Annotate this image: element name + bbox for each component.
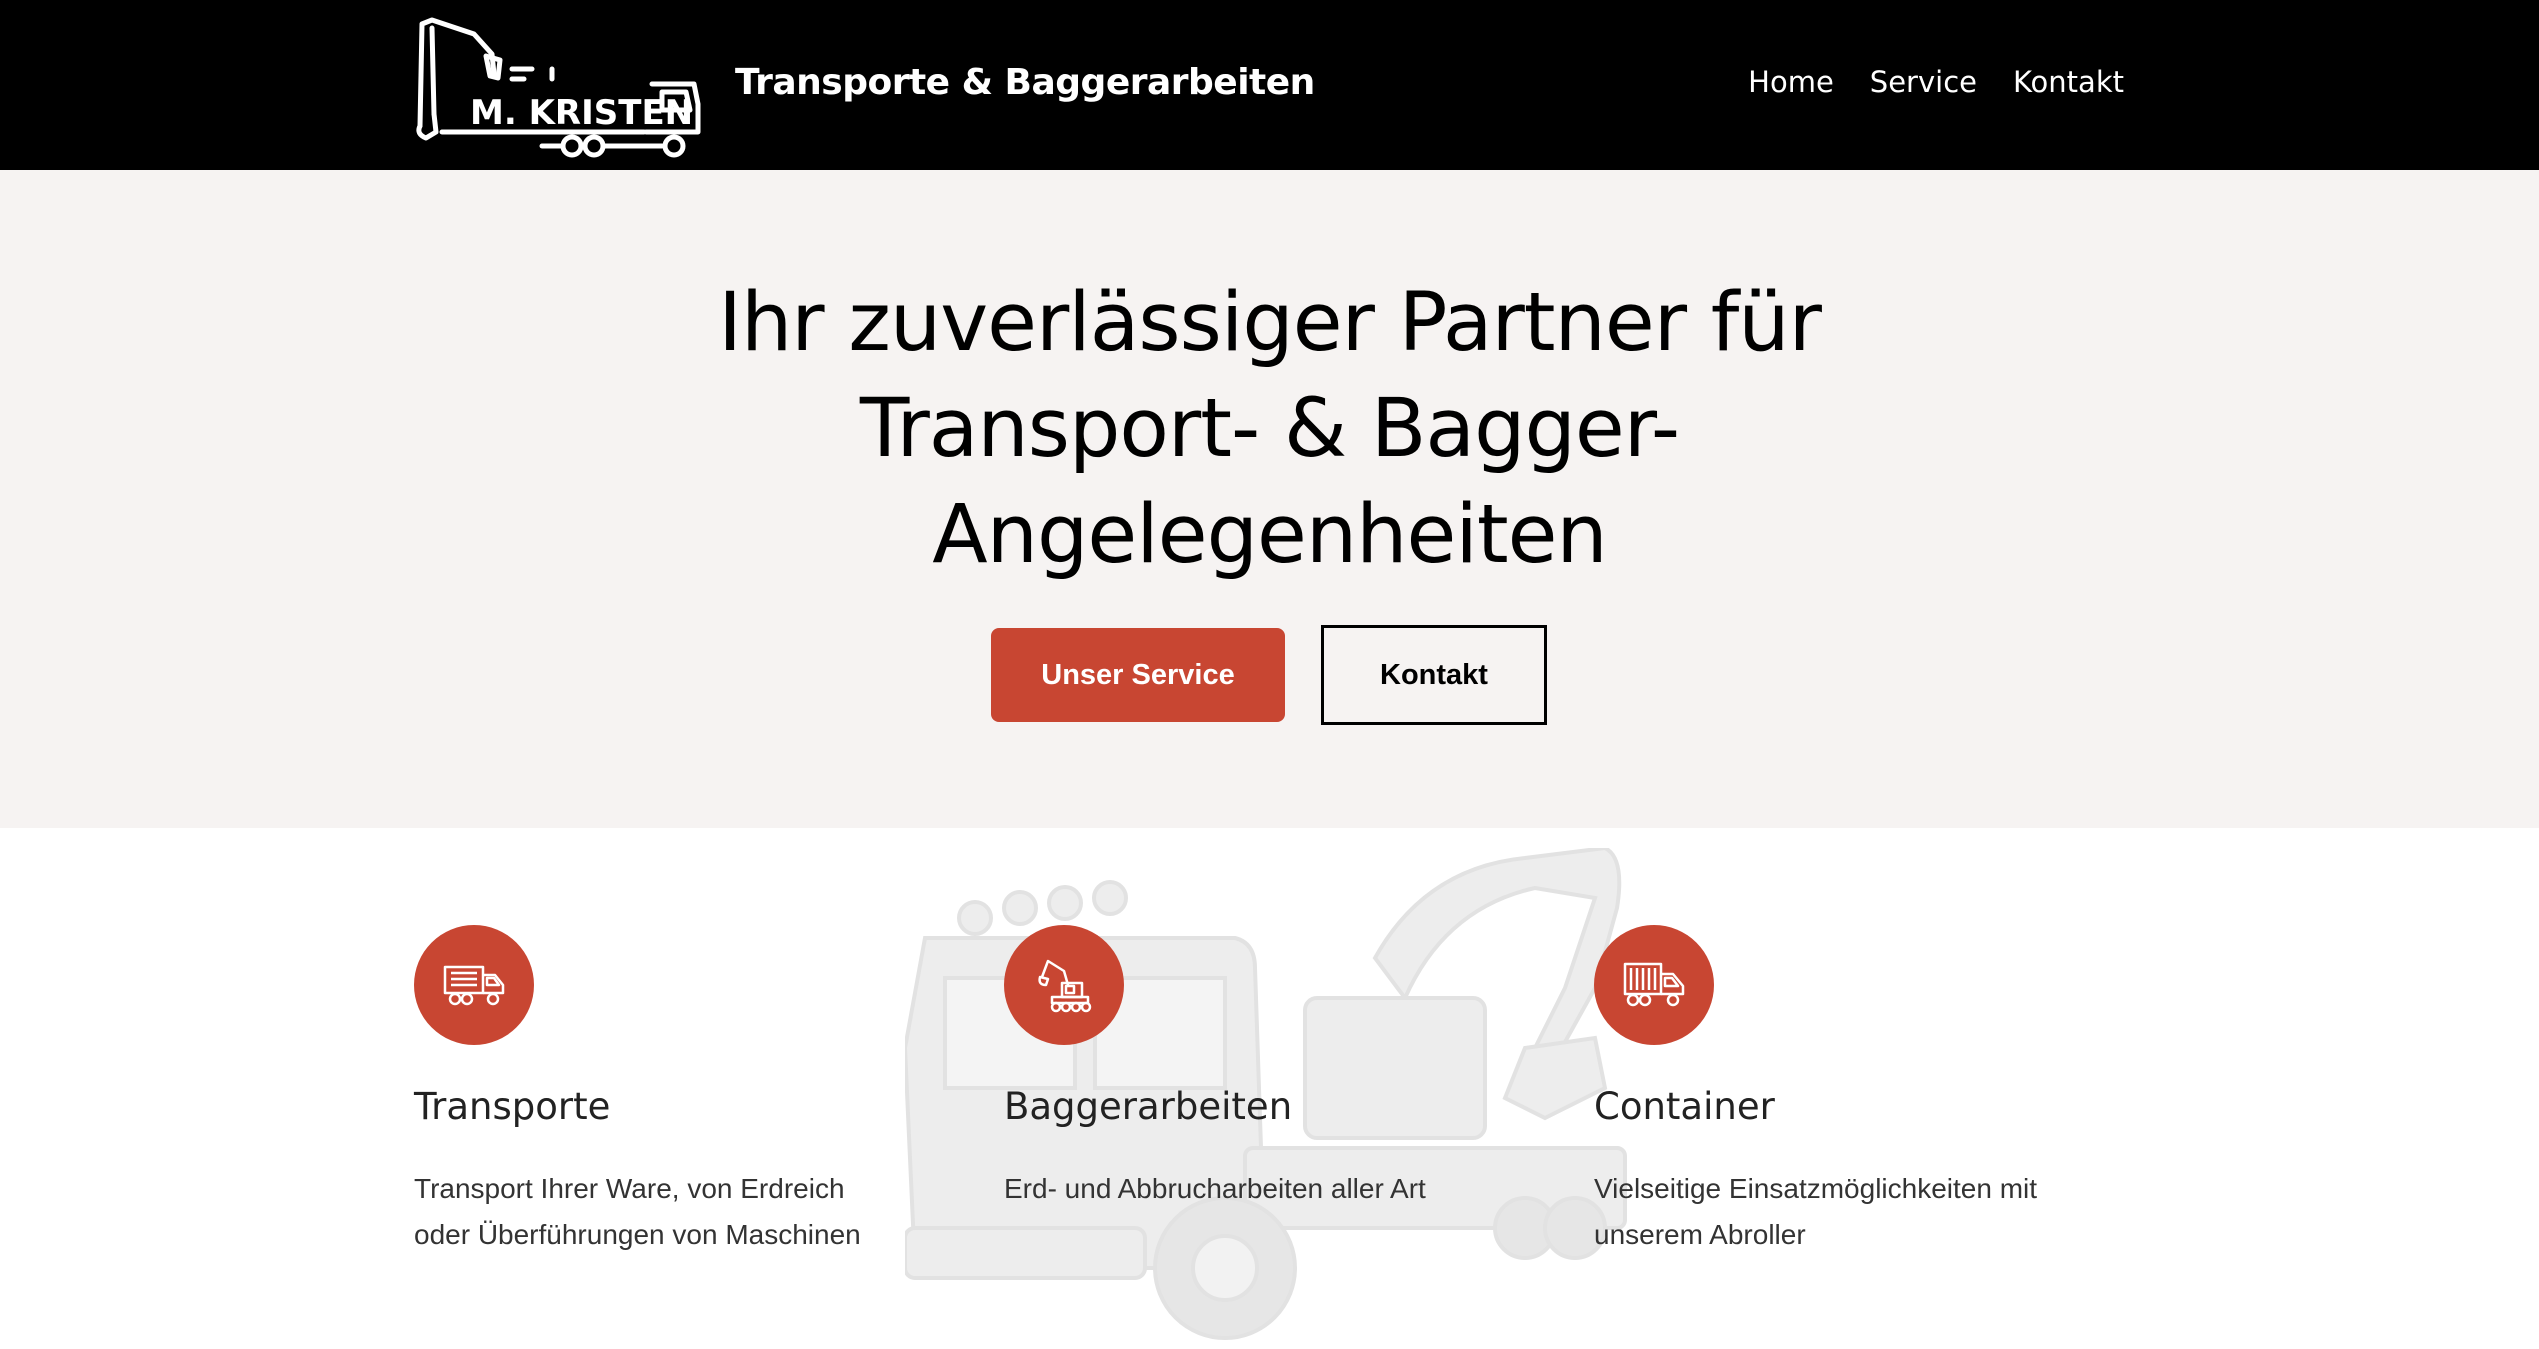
hero-title-line: Ihr zuverlässiger Partner für — [718, 276, 1822, 370]
logo-wordmark: M. KRISTEN — [470, 93, 693, 133]
hero-title: Ihr zuverlässiger Partner für Transport-… — [0, 270, 2539, 588]
excavator-icon — [1004, 925, 1124, 1045]
hero-title-line: Transport- & Bagger- — [859, 382, 1680, 476]
site-tagline: Transporte & Baggerarbeiten — [735, 62, 1315, 103]
service-description: Erd- und Abbrucharbeiten aller Art — [1004, 1173, 1426, 1204]
service-description: Vielseitige Einsatzmöglichkeiten mit uns… — [1594, 1173, 2038, 1250]
service-card-baggerarbeiten: Baggerarbeiten Erd- und Abbrucharbeiten … — [1004, 925, 1504, 1212]
truck-icon — [414, 925, 534, 1045]
service-description: Transport Ihrer Ware, von Erdreich oder … — [414, 1173, 861, 1250]
main-nav: Home Service Kontakt — [1748, 65, 2124, 105]
nav-home[interactable]: Home — [1748, 65, 1834, 105]
kontakt-button[interactable]: Kontakt — [1321, 625, 1547, 725]
service-title: Transporte — [414, 1085, 611, 1128]
hero-section: Ihr zuverlässiger Partner für Transport-… — [0, 170, 2539, 828]
site-header: M. KRISTEN Transporte & Baggerarbeiten H… — [0, 0, 2539, 170]
nav-kontakt[interactable]: Kontakt — [2013, 65, 2124, 105]
hero-title-line: Angelegenheiten — [932, 488, 1608, 582]
nav-service[interactable]: Service — [1870, 65, 1977, 105]
service-card-transporte: Transporte Transport Ihrer Ware, von Erd… — [414, 925, 914, 1258]
service-card-container: Container Vielseitige Einsatzmöglichkeit… — [1594, 925, 2094, 1258]
container-truck-icon — [1594, 925, 1714, 1045]
services-section: Transporte Transport Ihrer Ware, von Erd… — [0, 828, 2539, 1349]
unser-service-button[interactable]: Unser Service — [991, 628, 1285, 722]
service-title: Baggerarbeiten — [1004, 1085, 1293, 1128]
company-logo[interactable]: M. KRISTEN — [412, 14, 702, 159]
service-title: Container — [1594, 1085, 1775, 1128]
